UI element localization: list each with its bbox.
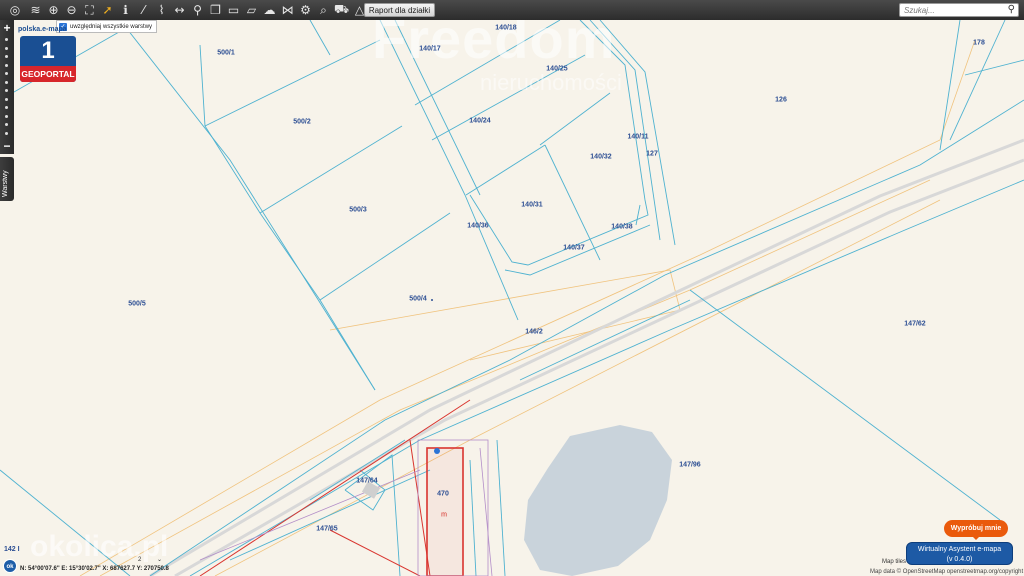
zoom-bar: + − [0,20,14,154]
full-extent-icon[interactable]: ⛶ [81,2,98,19]
measure-area-icon[interactable]: ⌇ [153,2,170,19]
parcel-label: 500/4 [409,295,427,303]
parcel-report-button[interactable]: Raport dla działki [364,3,435,17]
logo-number: 1 [41,37,55,64]
logo-badge: 1 GEOPORTAL [20,36,76,82]
parcel-label: 140/25 [546,65,568,73]
zoom-level-tick[interactable] [5,63,8,67]
layers-tab[interactable]: Warstwy [0,157,14,201]
zoom-level-tick[interactable] [5,72,8,75]
logo-geoportal-text: GEOPORTAL [20,66,76,82]
chevron-down-icon: ⌄ [157,557,163,563]
parcel-label: 500/2 [293,118,311,126]
zoom-level-tick[interactable] [5,89,8,92]
parcel-label: 140/11 [627,133,649,141]
all-layers-label: uwzględniaj wszystkie warstwy [70,23,153,30]
zoom-level-tick[interactable] [5,106,8,109]
parcel-label: 146/2 [525,328,543,336]
zoom-level-tick[interactable] [5,97,8,101]
cloud-icon[interactable]: ☁ [261,2,278,19]
ok-button[interactable]: ok [3,559,17,573]
parcel-label-edge: 142 I [4,546,20,553]
cart-icon[interactable]: ⛟ [333,2,350,19]
zoom-in-icon[interactable]: ⊕ [45,2,62,19]
info-icon[interactable]: ℹ [117,2,134,19]
chat-icon[interactable]: ▱ [243,2,260,19]
measure-distance-icon[interactable]: ↔ [171,2,188,19]
zoom-level-tick[interactable] [5,131,8,135]
select-arrow-icon[interactable]: ➚ [99,2,116,19]
watermark-subtitle: nieruchomości [480,70,622,95]
map-app: Freedom nieruchomości okolica.pl 500/1 14… [0,0,1024,576]
parcel-label: 500/1 [217,49,235,57]
parcel-label: 140/37 [563,244,585,252]
search-placeholder: Szukaj... [904,5,935,15]
attribution-tiles: Map tiles [882,559,907,565]
scale-value: 2 [138,557,142,563]
parcel-label: 500/5 [128,300,146,308]
virtual-assistant-button[interactable]: Wirtualny Asystent e-mapa (v 0.4.0) [906,542,1013,565]
zoom-level-tick[interactable] [5,38,8,41]
coordinates-readout: N: 54°00'07.6" E: 15°30'02.7" X: 687627.… [20,566,169,572]
parcel-label: 178 [973,39,985,47]
assistant-version: (v 0.4.0) [946,556,973,563]
parcel-label: 126 [775,96,787,104]
search-parcel-icon[interactable]: ⌕ [315,2,332,19]
zoom-level-tick[interactable] [5,123,8,126]
search-icon[interactable]: ⚲ [1008,4,1015,15]
zoom-in-button[interactable]: + [0,22,14,34]
parcel-label: 147/65 [316,525,338,533]
zoom-level-tick[interactable] [5,55,8,58]
pin-icon[interactable]: ⚲ [189,2,206,19]
globe-icon[interactable]: ◎ [4,2,26,19]
parcel-label: 140/18 [495,24,517,32]
zoom-level-tick[interactable] [5,46,8,50]
zoom-out-button[interactable]: − [0,140,14,152]
parcel-label: 500/3 [349,206,367,214]
assistant-title: Wirtualny Asystent e-mapa [917,546,1002,553]
layers-tab-label: Warstwy [2,170,9,197]
logo-site-name: polska.e-mapa [18,26,67,33]
parcel-label: 140/31 [521,201,543,209]
top-toolbar: ◎≋⊕⊖⛶➚ℹ⁄⌇↔⚲❐▭▱☁⋈⚙⌕⛟△▦ [0,0,1024,20]
parcel-label: 140/24 [469,117,491,125]
settings-icon[interactable]: ⚙ [297,2,314,19]
layers-icon[interactable]: ≋ [27,2,44,19]
parcel-label: 470 [437,490,449,498]
copy-icon[interactable]: ❐ [207,2,224,19]
parcel-label: 147/64 [356,477,378,485]
parcel-label: 140/32 [590,153,612,161]
zoom-out-icon[interactable]: ⊖ [63,2,80,19]
bookmark-icon[interactable]: ▭ [225,2,242,19]
parcel-label: 147/62 [904,320,926,328]
zoom-level-tick[interactable] [5,114,8,118]
measure-line-icon[interactable]: ⁄ [135,2,152,19]
share-icon[interactable]: ⋈ [279,2,296,19]
zoom-level-tick[interactable] [5,80,8,84]
attribution-osm[interactable]: Map data © OpenStreetMap openstreetmap.o… [870,569,1023,575]
try-me-button[interactable]: Wypróbuj mnie [944,520,1008,540]
parcel-label: 127 [646,150,658,158]
scale-select[interactable]: 2 ⌄ [138,556,172,564]
building-marker: m [441,511,447,519]
parcel-label: 147/96 [679,461,701,469]
search-input[interactable]: Szukaj... ⚲ [899,3,1019,17]
parcel-label: 140/38 [611,223,633,231]
parcel-label: 140/17 [419,45,441,53]
parcel-label: 140/36 [467,222,489,230]
geoportal-logo[interactable]: polska.e-mapa 1 GEOPORTAL [18,26,78,86]
